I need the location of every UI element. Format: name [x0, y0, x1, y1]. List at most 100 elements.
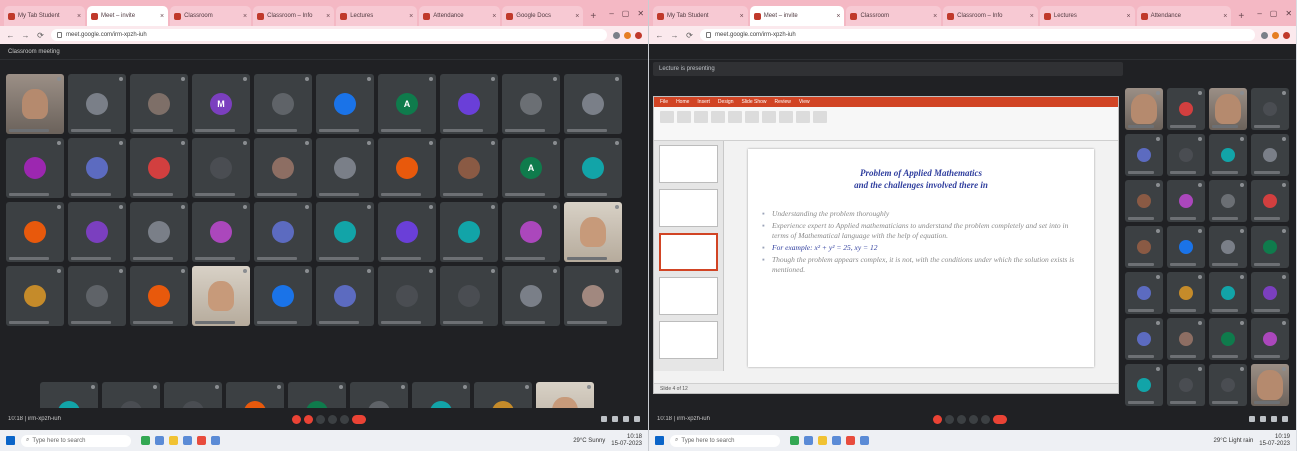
slide-canvas[interactable]: Problem of Applied Mathematics and the c…	[748, 149, 1094, 367]
back-icon[interactable]: ←	[6, 31, 15, 40]
participant-tile[interactable]: A	[502, 138, 560, 198]
chat-icon[interactable]	[623, 416, 629, 422]
participant-tile[interactable]	[440, 138, 498, 198]
participant-tile[interactable]	[564, 74, 622, 134]
participant-tile[interactable]	[1125, 226, 1163, 268]
participant-tile[interactable]: A	[378, 74, 436, 134]
chrome-icon[interactable]	[846, 436, 855, 445]
shapes-icon[interactable]	[779, 111, 793, 123]
participant-tile[interactable]	[1167, 272, 1205, 314]
participant-tile[interactable]	[68, 138, 126, 198]
close-window-icon[interactable]: ✕	[1285, 9, 1292, 18]
leave-call-button[interactable]	[352, 414, 366, 424]
profile-icon[interactable]	[1283, 31, 1290, 39]
browser-tab[interactable]: Attendance ×	[419, 6, 501, 26]
maximize-icon[interactable]: ▢	[622, 9, 630, 18]
app-icon[interactable]	[860, 436, 869, 445]
participant-tile[interactable]	[192, 266, 250, 326]
participant-tile[interactable]	[1209, 226, 1247, 268]
participant-tile[interactable]	[316, 266, 374, 326]
close-window-icon[interactable]: ✕	[637, 9, 644, 18]
participant-tile[interactable]	[1251, 364, 1289, 406]
participant-tile[interactable]	[1125, 134, 1163, 176]
participant-tile[interactable]	[378, 266, 436, 326]
bullets-icon[interactable]	[762, 111, 776, 123]
windows-start-icon[interactable]	[655, 436, 664, 445]
participant-tile[interactable]	[1251, 134, 1289, 176]
participant-tile[interactable]	[6, 138, 64, 198]
participant-tile[interactable]	[1167, 88, 1205, 130]
extension-icon[interactable]	[1272, 31, 1279, 39]
participant-tile[interactable]	[6, 266, 64, 326]
slide-thumbnail[interactable]	[659, 277, 718, 315]
new-tab-icon[interactable]: +	[585, 6, 601, 26]
participant-tile[interactable]	[316, 138, 374, 198]
close-tab-icon[interactable]: ×	[1030, 13, 1034, 20]
participant-tile[interactable]	[68, 202, 126, 262]
browser-tab[interactable]: Meet – invite ×	[749, 6, 845, 26]
arrange-icon[interactable]	[796, 111, 810, 123]
participant-tile[interactable]: M	[192, 74, 250, 134]
browser-tab[interactable]: Attendance ×	[1136, 6, 1232, 26]
participant-tile[interactable]	[1209, 134, 1247, 176]
forward-icon[interactable]: →	[670, 31, 679, 40]
participant-tile[interactable]	[68, 74, 126, 134]
participant-tile[interactable]	[316, 202, 374, 262]
ppt-ribbon-tab[interactable]: View	[799, 99, 810, 105]
close-tab-icon[interactable]: ×	[575, 13, 579, 20]
participant-tile[interactable]	[1251, 88, 1289, 130]
mic-off-icon[interactable]	[933, 414, 942, 424]
mic-off-icon[interactable]	[292, 414, 301, 424]
camera-off-icon[interactable]	[304, 414, 313, 424]
close-tab-icon[interactable]: ×	[492, 13, 496, 20]
close-tab-icon[interactable]: ×	[409, 13, 413, 20]
folder-icon[interactable]	[818, 436, 827, 445]
maximize-icon[interactable]: ▢	[1270, 9, 1278, 18]
present-icon[interactable]	[340, 414, 349, 424]
bold-icon[interactable]	[711, 111, 725, 123]
reload-icon[interactable]: ⟳	[685, 31, 694, 40]
participant-tile[interactable]	[1209, 318, 1247, 360]
participant-tile[interactable]	[1167, 134, 1205, 176]
minimize-icon[interactable]: –	[609, 9, 613, 18]
italic-icon[interactable]	[728, 111, 742, 123]
new-slide-icon[interactable]	[677, 111, 691, 123]
participant-tile[interactable]	[440, 266, 498, 326]
forward-icon[interactable]: →	[21, 31, 30, 40]
browser-tab[interactable]: Classroom ×	[846, 6, 942, 26]
browser-tab[interactable]: Lectures ×	[1039, 6, 1135, 26]
extension-icon[interactable]	[624, 31, 631, 39]
people-icon[interactable]	[1260, 416, 1266, 422]
reload-icon[interactable]: ⟳	[36, 31, 45, 40]
info-icon[interactable]	[1249, 416, 1255, 422]
participant-tile[interactable]	[1251, 318, 1289, 360]
participant-tile[interactable]	[130, 202, 188, 262]
close-tab-icon[interactable]: ×	[160, 13, 164, 20]
participant-tile[interactable]	[378, 202, 436, 262]
activities-icon[interactable]	[634, 416, 640, 422]
participant-tile[interactable]	[192, 138, 250, 198]
participant-tile[interactable]	[1209, 180, 1247, 222]
participant-tile[interactable]	[378, 138, 436, 198]
back-icon[interactable]: ←	[655, 31, 664, 40]
ppt-ribbon-tab[interactable]: Design	[718, 99, 734, 105]
participant-tile[interactable]	[1209, 88, 1247, 130]
leave-call-button[interactable]	[993, 414, 1007, 424]
participant-tile[interactable]	[1167, 180, 1205, 222]
present-icon[interactable]	[981, 414, 990, 424]
new-tab-icon[interactable]: +	[1233, 6, 1249, 26]
participant-tile[interactable]	[564, 138, 622, 198]
extension-icon[interactable]	[613, 31, 620, 39]
participant-tile[interactable]	[68, 266, 126, 326]
browser-tab[interactable]: Lectures ×	[336, 6, 418, 26]
profile-icon[interactable]	[635, 31, 642, 39]
app-icon[interactable]	[155, 436, 164, 445]
address-bar[interactable]: meet.google.com/irm-xpzh-iuh	[700, 29, 1255, 41]
participant-tile[interactable]	[1167, 226, 1205, 268]
activities-icon[interactable]	[1282, 416, 1288, 422]
slide-thumbnail-selected[interactable]	[659, 233, 718, 271]
taskbar-search[interactable]: ⌕ Type here to search	[21, 434, 131, 447]
browser-tab[interactable]: Classroom – Info ×	[253, 6, 335, 26]
participant-tile[interactable]	[130, 266, 188, 326]
people-icon[interactable]	[612, 416, 618, 422]
